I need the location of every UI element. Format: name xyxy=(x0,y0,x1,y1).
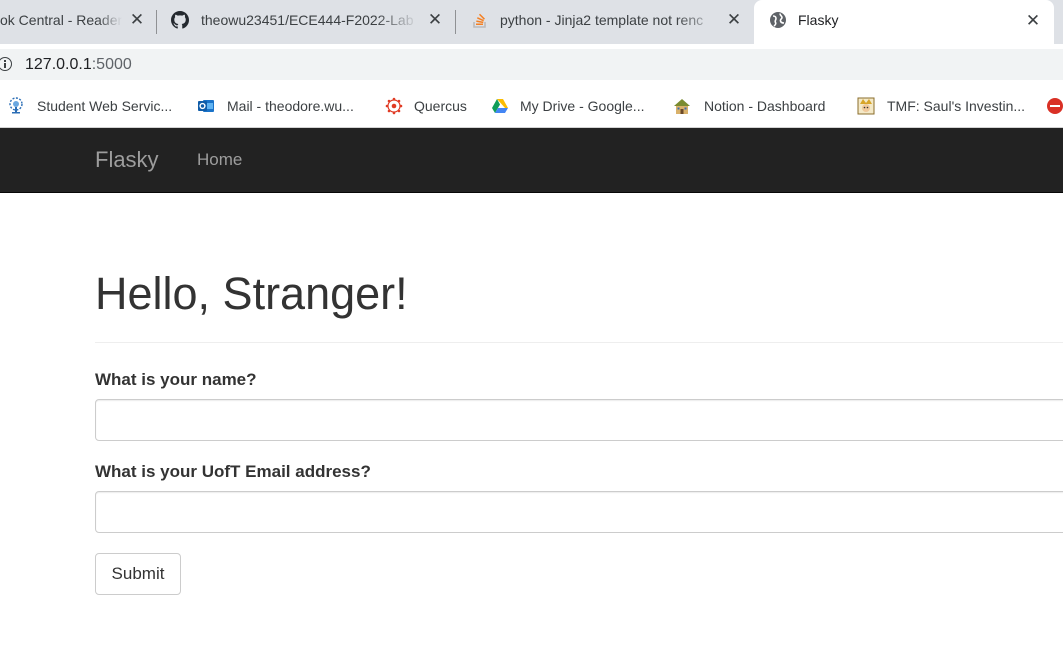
address-bar[interactable]: 127.0.0.1:5000 xyxy=(0,49,1063,80)
navbar-brand[interactable]: Flasky xyxy=(95,148,159,172)
tab-flasky[interactable]: Flasky ✕ xyxy=(754,0,1054,44)
tab-github[interactable]: theowu23451/ECE444-F2022-Lab ✕ xyxy=(157,0,456,40)
page-heading: Hello, Stranger! xyxy=(95,268,408,319)
tab-stackoverflow[interactable]: python - Jinja2 template not renc ✕ xyxy=(456,0,754,40)
bookmark-tmf[interactable]: TMF: Saul's Investin... xyxy=(857,96,1037,116)
bookmark-label: My Drive - Google... xyxy=(520,98,645,114)
email-label: What is your UofT Email address? xyxy=(95,462,371,481)
browser-toolbar: 127.0.0.1:5000 xyxy=(0,44,1063,84)
stackoverflow-icon xyxy=(473,13,486,28)
tab-title: python - Jinja2 template not renc xyxy=(500,12,704,28)
url-text: 127.0.0.1:5000 xyxy=(25,56,132,74)
motley-fool-icon xyxy=(857,97,875,115)
quercus-icon xyxy=(385,97,403,115)
bookmark-label: Quercus xyxy=(414,98,467,114)
globe-icon xyxy=(770,12,786,28)
url-host: 127.0.0.1 xyxy=(25,56,92,73)
notion-house-icon xyxy=(674,99,690,114)
close-tab-icon[interactable]: ✕ xyxy=(725,11,743,29)
bookmark-student-web-service[interactable]: Student Web Servic... xyxy=(7,96,187,116)
bookmark-label: Notion - Dashboard xyxy=(704,98,826,114)
bookmark-overflow[interactable] xyxy=(1046,96,1063,116)
tab-reader[interactable]: ok Central - Reader ✕ xyxy=(0,0,157,40)
tab-title: ok Central - Reader xyxy=(0,12,122,28)
close-tab-icon[interactable]: ✕ xyxy=(128,11,146,29)
bookmark-google-drive[interactable]: My Drive - Google... xyxy=(491,96,661,116)
outlook-icon xyxy=(198,100,214,112)
url-port: :5000 xyxy=(91,56,132,73)
bookmark-quercus[interactable]: Quercus xyxy=(385,96,480,116)
bookmark-label: Mail - theodore.wu... xyxy=(227,98,354,114)
red-site-icon xyxy=(1047,98,1063,114)
site-info-icon[interactable] xyxy=(0,57,12,71)
close-tab-icon[interactable]: ✕ xyxy=(1024,12,1042,30)
bookmark-mail[interactable]: Mail - theodore.wu... xyxy=(197,96,377,116)
bookmark-label: Student Web Servic... xyxy=(37,98,173,114)
close-tab-icon[interactable]: ✕ xyxy=(426,11,444,29)
name-label: What is your name? xyxy=(95,370,257,389)
navbar: Flasky Home xyxy=(0,128,1063,193)
tab-title: Flasky xyxy=(798,12,839,28)
bookmark-notion[interactable]: Notion - Dashboard xyxy=(673,96,843,116)
github-icon xyxy=(171,11,189,29)
nav-home-link[interactable]: Home xyxy=(197,150,242,170)
email-input[interactable] xyxy=(95,491,1063,533)
submit-button[interactable]: Submit xyxy=(95,553,181,595)
bookmarks-bar: Student Web Servic... Mail - theodore.wu… xyxy=(0,84,1063,128)
google-drive-icon xyxy=(492,99,508,113)
name-input[interactable] xyxy=(95,399,1063,441)
bookmark-label: TMF: Saul's Investin... xyxy=(887,98,1026,114)
browser-tab-strip: ok Central - Reader ✕ theowu23451/ECE444… xyxy=(0,0,1063,44)
tree-icon xyxy=(9,97,23,114)
page-header-divider xyxy=(95,342,1063,343)
tab-title: theowu23451/ECE444-F2022-Lab xyxy=(201,12,414,28)
